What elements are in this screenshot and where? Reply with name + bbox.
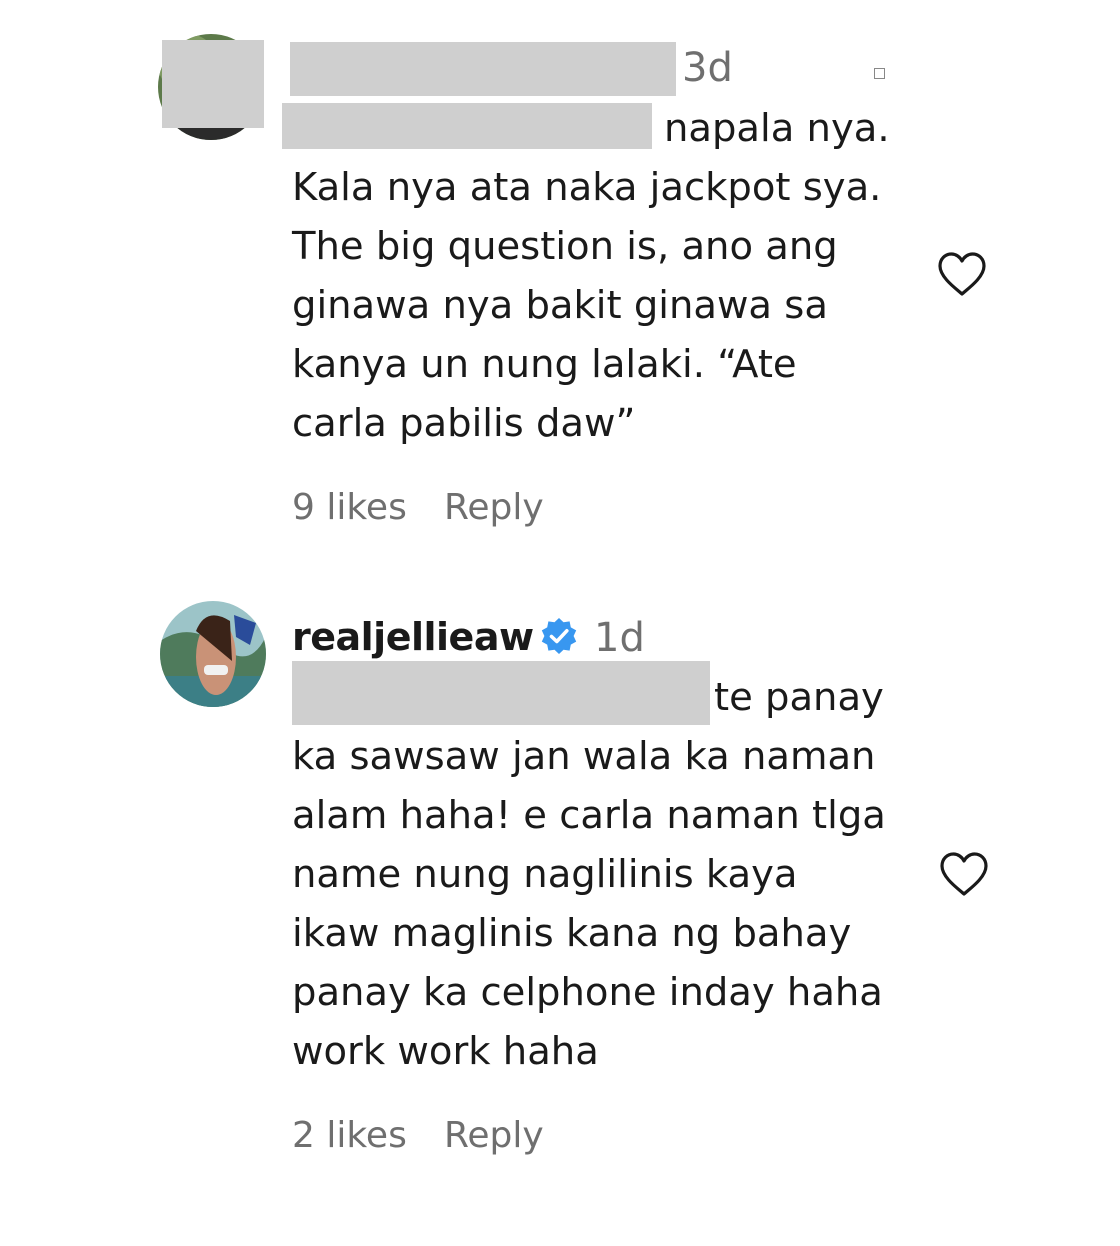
comment-text-line: name nung naglilinis kaya <box>292 852 798 897</box>
comment-text-line: panay ka celphone inday haha <box>292 970 883 1015</box>
comment-time: 1d <box>594 615 645 661</box>
username-redaction <box>290 42 676 96</box>
comment-text-line: carla pabilis daw” <box>292 401 636 446</box>
mention-redaction <box>292 661 710 725</box>
comment-text-line: ginawa nya bakit ginawa sa <box>292 283 828 328</box>
mention-redaction <box>282 103 652 149</box>
comment-text-line: napala nya. <box>664 106 890 151</box>
avatar[interactable] <box>160 601 266 707</box>
comment-time: 3d <box>682 45 733 91</box>
likes-count[interactable]: 2 likes <box>292 1118 407 1154</box>
username[interactable]: realjellieaw <box>292 618 534 656</box>
comment-text-line: work work haha <box>292 1029 599 1074</box>
comment-text-line: te panay <box>714 675 884 720</box>
verified-badge-icon <box>541 618 577 654</box>
more-options-icon[interactable] <box>874 68 885 79</box>
comment-text-line: The big question is, ano ang <box>292 224 838 269</box>
comment-text-line: Kala nya ata naka jackpot sya. <box>292 165 882 210</box>
avatar-redaction <box>162 40 264 128</box>
likes-count[interactable]: 9 likes <box>292 490 407 526</box>
comment-text-line: ikaw maglinis kana ng bahay <box>292 911 852 956</box>
heart-outline-icon[interactable] <box>936 251 988 297</box>
reply-button[interactable]: Reply <box>444 490 544 526</box>
comment-text-line: alam haha! e carla naman tlga <box>292 793 886 838</box>
heart-outline-icon[interactable] <box>938 851 990 897</box>
comment-text-line: kanya un nung lalaki. “Ate <box>292 342 797 387</box>
reply-button[interactable]: Reply <box>444 1118 544 1154</box>
comment-text-line: ka sawsaw jan wala ka naman <box>292 734 876 779</box>
